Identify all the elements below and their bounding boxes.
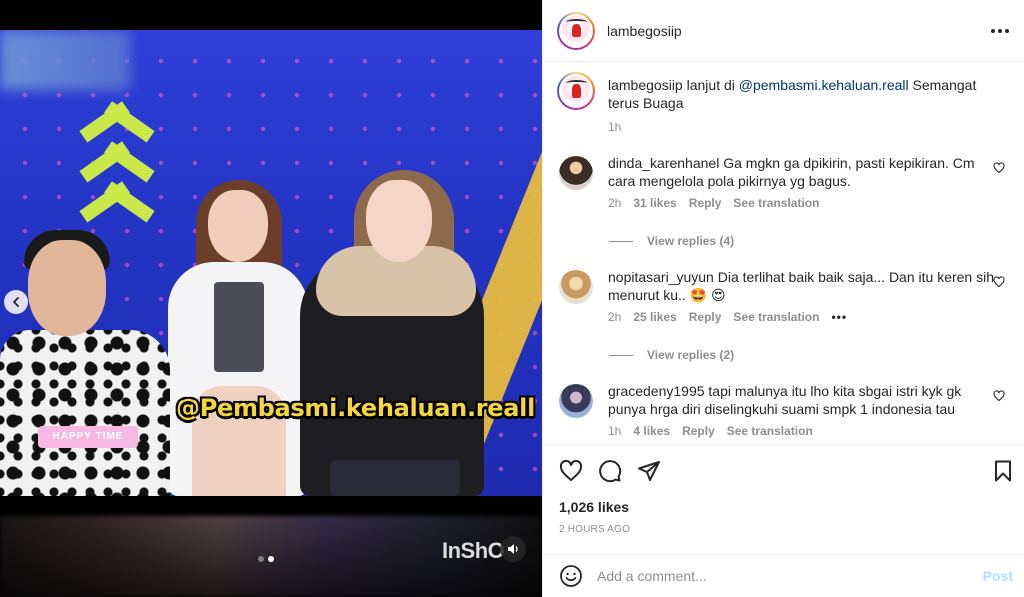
commenter-avatar[interactable] — [559, 270, 593, 304]
comment-icon — [599, 460, 622, 483]
heart-icon — [559, 459, 583, 481]
previous-media-button[interactable] — [4, 290, 28, 314]
comment-username[interactable]: dinda_karenhanel — [608, 155, 719, 171]
audio-toggle-button[interactable] — [500, 536, 526, 562]
likes-count[interactable]: 1,026 likes — [559, 499, 629, 515]
video-overlay-text: @Pembasmi.kehaluan.reall — [176, 394, 536, 422]
post-timestamp: 2 HOURS AGO — [559, 524, 631, 535]
commenter-avatar[interactable] — [559, 384, 593, 418]
carousel-dot-active — [268, 556, 274, 562]
comment-button[interactable] — [598, 459, 624, 485]
author-avatar[interactable] — [557, 11, 595, 50]
caption-mention-link[interactable]: @pembasmi.kehaluan.reall — [739, 77, 909, 93]
see-translation-button[interactable]: See translation — [733, 310, 819, 324]
chevron-decoration — [78, 180, 156, 220]
comment-username[interactable]: nopitasari_yuyun — [608, 269, 714, 285]
reply-button[interactable]: Reply — [689, 196, 722, 210]
speaker-icon — [508, 544, 518, 554]
carousel-indicator — [258, 556, 274, 562]
like-comment-button[interactable] — [993, 162, 1005, 174]
reply-button[interactable]: Reply — [682, 424, 715, 438]
like-button[interactable] — [559, 459, 585, 485]
inshot-watermark: InShO — [442, 538, 505, 563]
carousel-dot — [258, 556, 264, 562]
comment-input[interactable] — [597, 568, 983, 584]
emoji-icon[interactable] — [559, 564, 583, 588]
save-button[interactable] — [991, 459, 1017, 485]
view-replies-label: View replies (2) — [647, 348, 735, 362]
comment-username[interactable]: gracedeny1995 — [608, 383, 705, 399]
heart-icon — [993, 390, 1005, 402]
comments-section[interactable]: lambegosiip lanjut di @pembasmi.kehaluan… — [543, 62, 1024, 444]
lambegosiip-logo-icon — [561, 15, 591, 46]
share-button[interactable] — [637, 459, 663, 485]
happy-time-card: HAPPY TIME — [38, 426, 138, 448]
comment-time: 2h — [608, 310, 622, 324]
like-comment-button[interactable] — [993, 276, 1005, 288]
heart-icon — [993, 276, 1005, 288]
post-header: lambegosiip — [543, 0, 1024, 62]
comment-time: 2h — [608, 196, 622, 210]
bookmark-icon — [995, 460, 1011, 482]
post-comment-button[interactable]: Post — [983, 568, 1013, 584]
comment-time: 1h — [608, 424, 622, 438]
more-options-button[interactable] — [991, 22, 1009, 40]
view-replies-button[interactable]: View replies (2) — [609, 348, 734, 362]
chevron-decoration — [78, 100, 156, 140]
post-side-panel: lambegosiip lambegosiip lanjut di @pemba… — [542, 0, 1024, 597]
comment-likes-button[interactable]: 31 likes — [633, 196, 676, 210]
share-icon — [638, 461, 660, 481]
reply-button[interactable]: Reply — [689, 310, 722, 324]
lambegosiip-logo-icon — [561, 76, 591, 106]
post-media[interactable]: HAPPY TIME @Pembasmi.kehaluan.reall InSh… — [0, 0, 542, 597]
caption-time: 1h — [608, 120, 622, 134]
view-replies-label: View replies (4) — [647, 234, 735, 248]
add-comment-bar: Post — [543, 554, 1024, 597]
author-username[interactable]: lambegosiip — [607, 23, 682, 39]
commenter-avatar[interactable] — [559, 156, 593, 190]
view-replies-button[interactable]: View replies (4) — [609, 234, 734, 248]
chevron-left-icon — [13, 297, 19, 307]
caption-username[interactable]: lambegosiip — [608, 77, 683, 93]
caption-avatar[interactable] — [557, 72, 595, 110]
chevron-decoration — [78, 140, 156, 180]
caption-text-before: lanjut di — [686, 77, 735, 93]
comment-options-button[interactable]: ••• — [831, 310, 847, 324]
like-comment-button[interactable] — [993, 390, 1005, 402]
see-translation-button[interactable]: See translation — [727, 424, 813, 438]
comment-likes-button[interactable]: 25 likes — [633, 310, 676, 324]
post-actions: 1,026 likes 2 HOURS AGO — [543, 444, 1024, 554]
see-translation-button[interactable]: See translation — [733, 196, 819, 210]
person-1 — [0, 330, 170, 496]
comment-likes-button[interactable]: 4 likes — [633, 424, 670, 438]
heart-icon — [993, 162, 1005, 174]
